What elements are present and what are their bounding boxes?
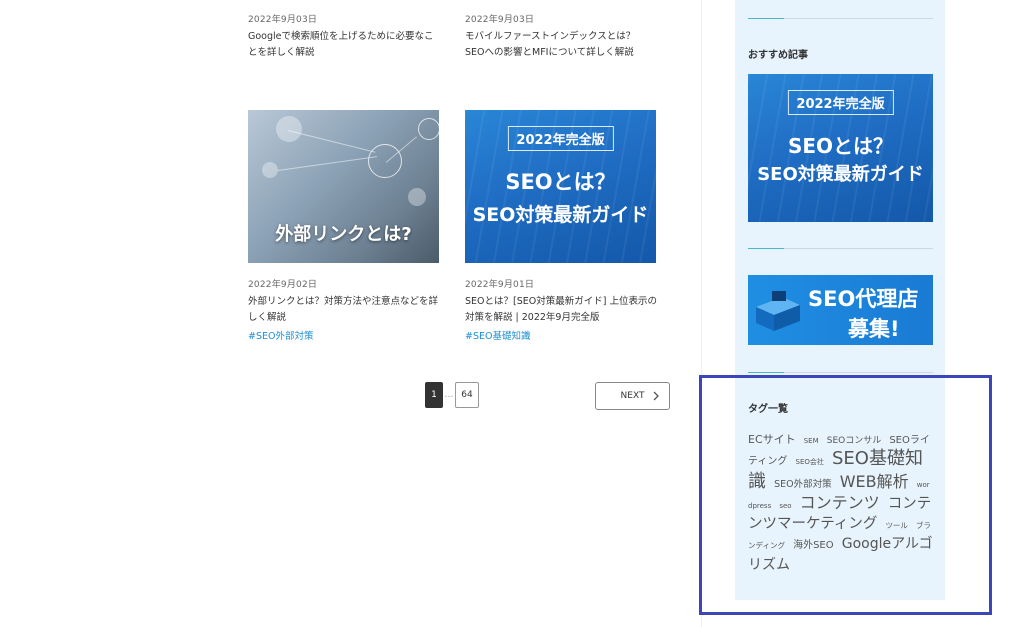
article-date: 2022年9月03日	[248, 15, 318, 25]
person-icon	[276, 116, 302, 142]
pagination: 1 … 64	[425, 382, 479, 408]
section-divider	[748, 248, 933, 249]
article-tag[interactable]: #SEO外部対策	[248, 328, 440, 342]
article-title[interactable]: モバイルファーストインデックスとは？ SEOへの影響とMFIについて詳しく解説	[465, 29, 657, 61]
recommended-article-banner[interactable]: 2022年完全版 SEOとは？ SEO対策最新ガイド	[748, 74, 933, 222]
article-card[interactable]: 2022年9月03日 Googleで検索順位を上げるために必要なことを詳しく解説	[248, 12, 440, 61]
thumbnail-line1: SEOとは？	[505, 170, 616, 194]
next-page-button[interactable]: NEXT	[595, 382, 670, 410]
banner-line1: SEOとは？	[787, 134, 894, 158]
article-title[interactable]: SEOとは？[SEO対策最新ガイド] 上位表示の対策を解説 | 2022年9月完…	[465, 294, 657, 326]
network-node-icon	[408, 188, 426, 206]
network-node-icon	[262, 162, 278, 178]
article-card[interactable]: 外部リンクとは? 2022年9月02日 外部リンクとは？対策方法や注意点などを詳…	[248, 110, 440, 342]
page-current[interactable]: 1	[425, 382, 443, 408]
article-card[interactable]: 2022年完全版 SEOとは？ SEO対策最新ガイド 2022年9月01日 SE…	[465, 110, 657, 342]
agency-recruit-banner[interactable]: SEO代理店 募集!	[748, 275, 933, 345]
banner-badge: 2022年完全版	[787, 90, 894, 115]
article-title[interactable]: 外部リンクとは？対策方法や注意点などを詳しく解説	[248, 294, 440, 326]
page-ellipsis: …	[444, 390, 454, 400]
agency-line2: 募集!	[848, 317, 900, 341]
agency-line1: SEO代理店	[808, 287, 919, 311]
article-date: 2022年9月01日	[465, 280, 535, 290]
chevron-right-icon	[653, 391, 659, 401]
article-list: 2022年9月03日 Googleで検索順位を上げるために必要なことを詳しく解説…	[0, 0, 702, 627]
thumbnail-badge: 2022年完全版	[507, 126, 614, 151]
highlight-box	[699, 375, 992, 615]
banner-line2: SEO対策最新ガイド	[757, 164, 924, 185]
section-divider	[748, 18, 933, 19]
article-thumbnail[interactable]: 2022年完全版 SEOとは？ SEO対策最新ガイド	[465, 110, 656, 263]
network-line	[277, 156, 378, 171]
page-last[interactable]: 64	[455, 382, 479, 408]
thumbnail-line2: SEO対策最新ガイド	[472, 204, 649, 226]
thumbnail-caption: 外部リンクとは?	[275, 224, 412, 245]
article-tag[interactable]: #SEO基礎知識	[465, 328, 657, 342]
article-title[interactable]: Googleで検索順位を上げるために必要なことを詳しく解説	[248, 29, 440, 61]
article-card[interactable]: 2022年9月03日 モバイルファーストインデックスとは？ SEOへの影響とMF…	[465, 12, 657, 61]
link-icon	[418, 118, 439, 140]
network-line	[287, 130, 376, 153]
desk-illustration-icon	[756, 291, 800, 331]
next-label: NEXT	[620, 391, 645, 401]
article-date: 2022年9月02日	[248, 280, 318, 290]
article-date: 2022年9月03日	[465, 15, 535, 25]
section-divider	[748, 372, 933, 373]
article-thumbnail[interactable]: 外部リンクとは?	[248, 110, 439, 263]
recommended-heading: おすすめ記事	[748, 50, 808, 61]
